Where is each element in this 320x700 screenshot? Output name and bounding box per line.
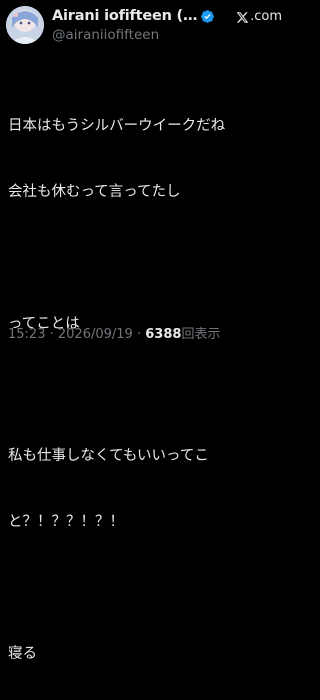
post-time[interactable]: 15:23	[8, 327, 45, 342]
post-line: 日本はもうシルバーウイークだね	[8, 118, 226, 134]
brand-text: .com	[250, 9, 282, 24]
post-line: と？！？？！？！	[8, 514, 124, 530]
post-line: 私も仕事しなくてもいいってこ	[8, 448, 209, 464]
x-logo-icon	[236, 11, 249, 23]
avatar[interactable]	[6, 6, 44, 44]
meta-separator: ·	[136, 327, 142, 342]
post-text: 日本はもうシルバーウイークだね 会社も休むって言ってたし ってことは 私も仕事し…	[8, 71, 286, 700]
handle[interactable]: @airaniiofifteen	[52, 27, 159, 43]
verified-badge-icon	[201, 9, 215, 23]
views-label: 回表示	[181, 327, 221, 342]
avatar-image	[6, 6, 44, 44]
display-name[interactable]: Airani iofifteen (…	[52, 8, 197, 24]
post-line	[8, 577, 286, 599]
post-card: Airani iofifteen (… @airaniiofifteen .co…	[0, 0, 292, 662]
post-line	[8, 379, 286, 401]
post-line: 寝る	[8, 646, 37, 662]
post-header: Airani iofifteen (… @airaniiofifteen .co…	[6, 4, 286, 48]
post-line	[8, 247, 286, 269]
name-row: Airani iofifteen (…	[52, 7, 215, 25]
post-date[interactable]: 2026/09/19	[58, 327, 133, 342]
meta-separator: ·	[49, 327, 54, 342]
post-meta: 15:23 · 2026/09/19 · 6388回表示	[8, 323, 220, 342]
views-count: 6388	[145, 327, 182, 342]
post-line: 会社も休むって言ってたし	[8, 184, 181, 200]
brand-mark: .com	[236, 9, 282, 25]
